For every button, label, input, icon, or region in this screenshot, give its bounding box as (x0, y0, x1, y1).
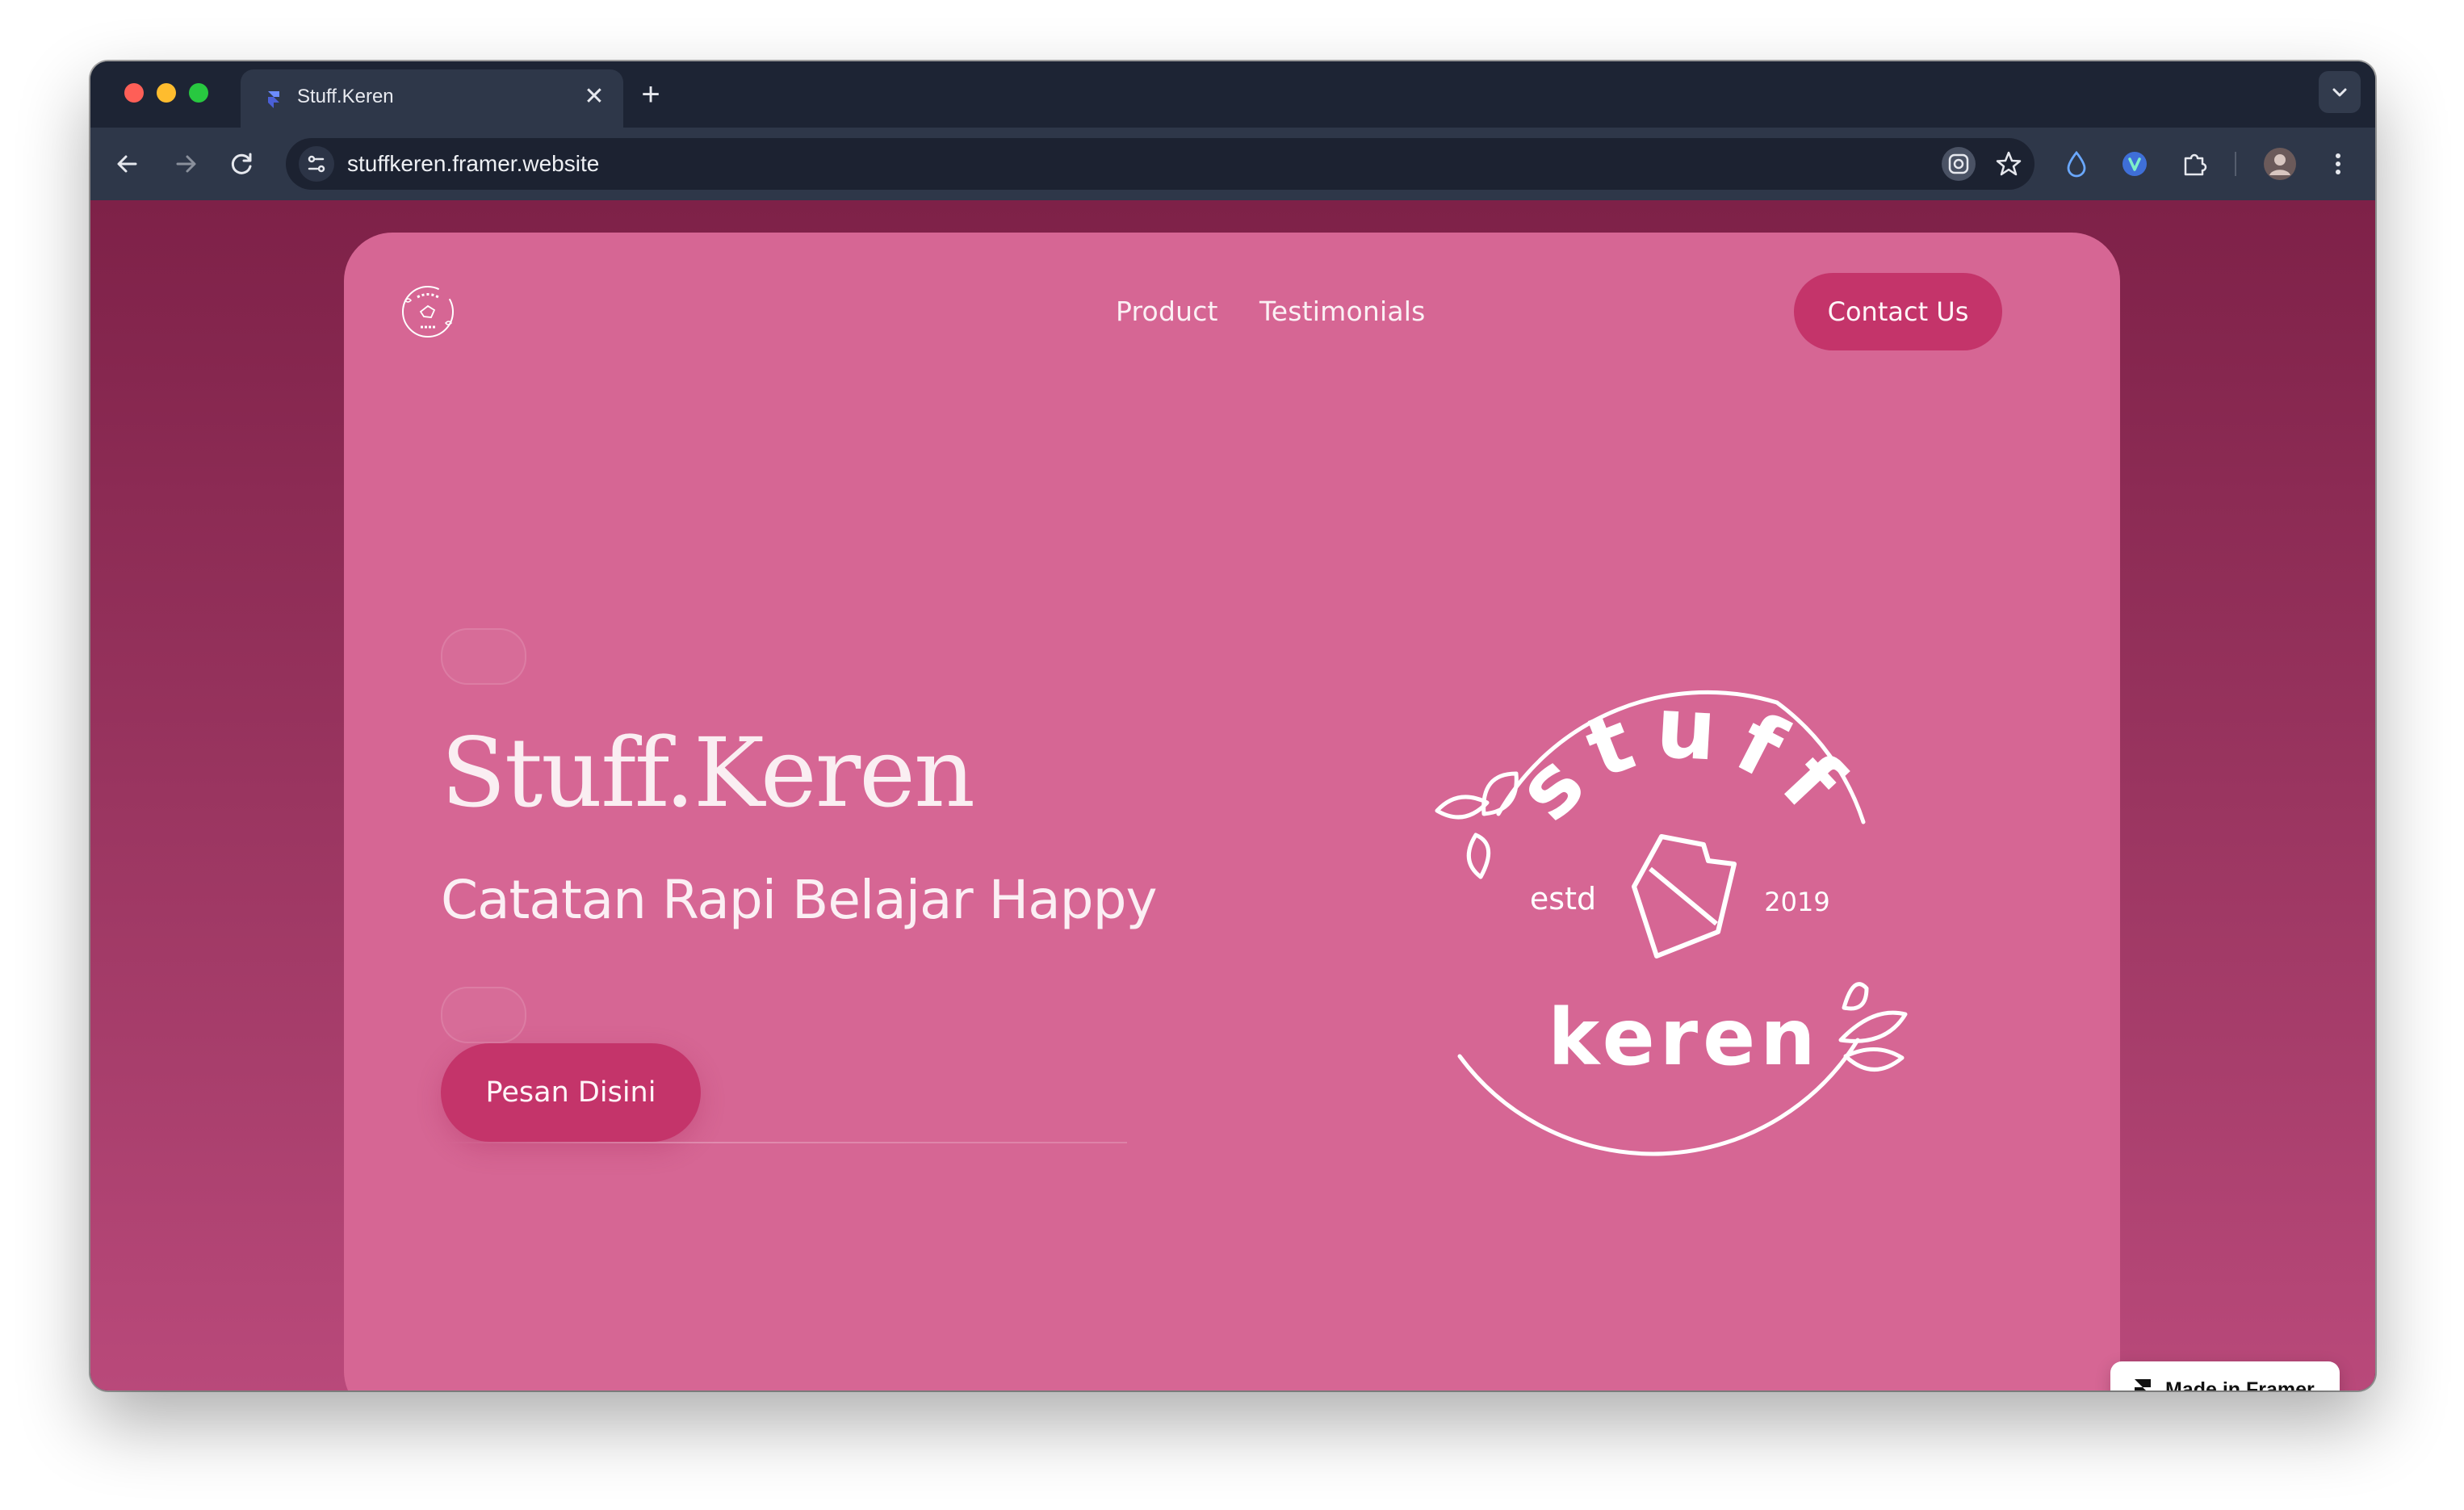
minimize-window-button[interactable] (157, 83, 176, 103)
site-info-button[interactable] (299, 146, 334, 182)
back-icon[interactable] (108, 145, 147, 183)
profile-avatar-icon[interactable] (2261, 145, 2299, 183)
leaf-right-icon (1838, 982, 1908, 1072)
maximize-window-button[interactable] (189, 83, 208, 103)
made-in-framer-label: Made in Framer (2165, 1378, 2315, 1390)
extension-v-icon[interactable] (2115, 145, 2154, 183)
close-tab-icon[interactable]: ✕ (578, 81, 610, 113)
stuff-keren-emblem: stuff estd 2019 keren (1435, 678, 1908, 1156)
browser-tab[interactable]: Stuff.Keren ✕ (241, 69, 623, 128)
forward-icon[interactable] (166, 145, 205, 183)
svg-text:keren: keren (1548, 992, 1820, 1083)
nav-testimonials-link[interactable]: Testimonials (1259, 296, 1426, 327)
url-text[interactable]: stuffkeren.framer.website (347, 151, 599, 177)
bookmark-star-icon[interactable] (1989, 145, 2028, 183)
tab-search-button[interactable] (2319, 71, 2361, 113)
svg-text:estd: estd (1530, 881, 1596, 916)
new-tab-icon[interactable]: + (631, 76, 670, 115)
close-window-button[interactable] (124, 83, 144, 103)
tune-icon (308, 155, 325, 173)
made-in-framer-badge[interactable]: Made in Framer (2110, 1361, 2340, 1390)
page-viewport: Product Testimonials Contact Us Stuff.Ke… (90, 200, 2375, 1390)
nav-product-link[interactable]: Product (1116, 296, 1218, 327)
hero-divider-line (441, 1142, 1127, 1143)
address-bar[interactable]: stuffkeren.framer.website (286, 138, 2034, 190)
placeholder-pill-bottom (441, 987, 526, 1043)
tab-bar: Stuff.Keren ✕ + (90, 61, 2375, 128)
chevron-down-icon (2332, 88, 2347, 97)
order-button[interactable]: Pesan Disini (441, 1043, 701, 1142)
framer-favicon-icon (268, 91, 279, 108)
browser-toolbar: stuffkeren.framer.website (90, 128, 2375, 200)
extension-drop-icon[interactable] (2057, 145, 2096, 183)
heart-icon (1632, 834, 1737, 958)
tab-title: Stuff.Keren (297, 86, 394, 107)
hero-subtitle: Catatan Rapi Belajar Happy (441, 869, 1158, 931)
browser-menu-icon[interactable] (2319, 145, 2357, 183)
browser-window: Stuff.Keren ✕ + stuffkeren.framer.websit… (90, 61, 2375, 1390)
reload-icon[interactable] (223, 145, 262, 183)
svg-text:stuff: stuff (1498, 678, 1871, 840)
framer-logo-icon (2135, 1379, 2151, 1390)
site-logo-icon[interactable] (397, 281, 459, 342)
svg-text:2019: 2019 (1764, 887, 1829, 917)
extensions-puzzle-icon[interactable] (2175, 145, 2214, 183)
contact-us-button[interactable]: Contact Us (1794, 273, 2002, 350)
google-lens-icon[interactable] (1939, 145, 1978, 183)
hero-card: Product Testimonials Contact Us Stuff.Ke… (344, 233, 2120, 1390)
hero-title: Stuff.Keren (441, 717, 975, 828)
leaf-left-icon (1435, 771, 1519, 879)
toolbar-divider (2235, 152, 2236, 176)
placeholder-pill-top (441, 628, 526, 685)
